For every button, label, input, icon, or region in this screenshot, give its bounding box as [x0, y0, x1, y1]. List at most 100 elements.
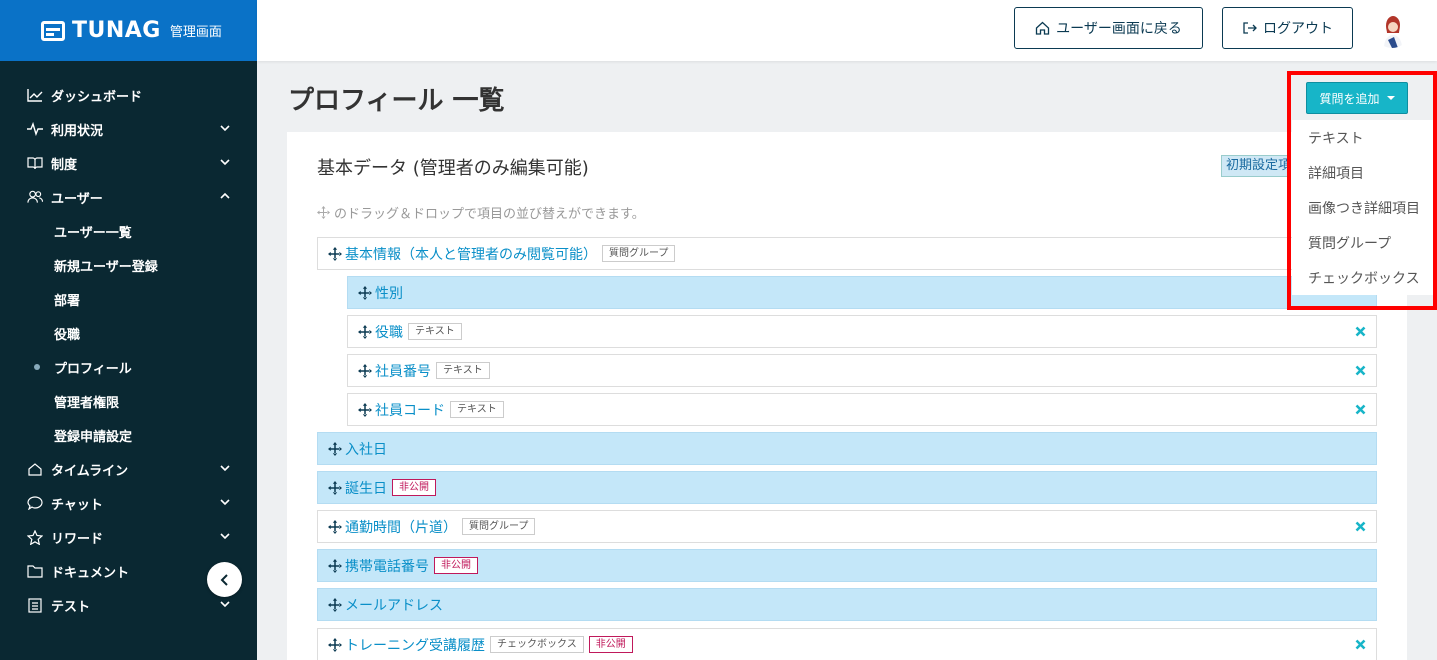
brand-name: TUNAG [72, 18, 161, 43]
profile-item-row[interactable]: メールアドレス [317, 588, 1377, 621]
sidebar-item-chat[interactable]: チャット [0, 486, 257, 520]
logout-button[interactable]: ログアウト [1222, 7, 1353, 49]
chevron-down-icon [220, 533, 230, 540]
type-tag: チェックボックス [490, 636, 584, 653]
page-title: プロフィール 一覧 [288, 86, 505, 116]
profile-item-link[interactable]: 入社日 [345, 439, 387, 459]
star-icon [27, 529, 43, 545]
sidebar-item-label: 役職 [54, 327, 81, 343]
highlight-frame [1287, 71, 1437, 310]
delete-icon[interactable] [1355, 521, 1366, 532]
delete-icon[interactable] [1355, 326, 1366, 337]
profile-item-row[interactable]: 基本情報（本人と管理者のみ閲覧可能） 質問グループ [317, 237, 1377, 270]
sidebar-nav: ダッシュボード 利用状況 制度 ユーザー ユーザー一覧 新規ユーザー登録 部署 … [0, 61, 257, 622]
sidebar-item-label: ユーザー [51, 191, 103, 207]
top-header: ユーザー画面に戻る ログアウト [257, 0, 1437, 61]
sidebar: TUNAG 管理画面 ダッシュボード 利用状況 制度 ユーザー ユーザー一覧 新… [0, 0, 257, 660]
sidebar-item-label: テスト [51, 599, 91, 615]
profile-item-row[interactable]: 社員番号 テキスト [347, 354, 1377, 387]
section-title: 基本データ (管理者のみ編集可能) [317, 158, 589, 179]
profile-item-row[interactable]: 通勤時間（片道） 質問グループ [317, 510, 1377, 543]
sidebar-collapse-button[interactable] [207, 562, 242, 597]
drag-handle-icon[interactable] [328, 558, 342, 573]
sidebar-item-system[interactable]: 制度 [0, 146, 257, 180]
users-icon [27, 189, 43, 205]
delete-icon[interactable] [1355, 404, 1366, 415]
type-tag: テキスト [450, 401, 504, 418]
profile-item-link[interactable]: 通勤時間（片道） [345, 517, 457, 537]
sidebar-item-timeline[interactable]: タイムライン [0, 452, 257, 486]
chevron-down-icon [220, 125, 230, 132]
sidebar-item-label: チャット [51, 497, 103, 513]
brand[interactable]: TUNAG 管理画面 [0, 0, 257, 61]
drag-handle-icon[interactable] [328, 637, 342, 652]
sidebar-item-usage[interactable]: 利用状況 [0, 112, 257, 146]
profile-item-link[interactable]: 役職 [375, 322, 403, 342]
chevron-down-icon [220, 601, 230, 608]
drag-handle-icon[interactable] [358, 402, 372, 417]
chevron-down-icon [220, 159, 230, 166]
sidebar-item-dashboard[interactable]: ダッシュボード [0, 78, 257, 112]
profile-item-link[interactable]: 性別 [375, 283, 403, 303]
sidebar-item-admin-permission[interactable]: 管理者権限 [0, 384, 257, 418]
drag-handle-icon[interactable] [328, 480, 342, 495]
profile-item-row[interactable]: 携帯電話番号 非公開 [317, 549, 1377, 582]
drag-handle-icon[interactable] [358, 363, 372, 378]
drag-handle-icon [317, 206, 330, 219]
drag-handle-icon[interactable] [328, 597, 342, 612]
profile-item-link[interactable]: 社員コード [375, 400, 445, 420]
brand-subtitle: 管理画面 [169, 25, 222, 40]
sidebar-item-users[interactable]: ユーザー [0, 180, 257, 214]
initial-settings-badge: 初期設定項目 [1221, 155, 1291, 177]
private-tag: 非公開 [392, 479, 436, 496]
logout-icon [1242, 21, 1257, 35]
tunag-logo-icon [41, 20, 65, 41]
drag-handle-icon[interactable] [358, 285, 372, 300]
type-tag: テキスト [436, 362, 490, 379]
drag-handle-icon[interactable] [328, 519, 342, 534]
delete-icon[interactable] [1355, 639, 1366, 650]
profile-item-link[interactable]: 携帯電話番号 [345, 556, 429, 576]
sidebar-item-label: 新規ユーザー登録 [54, 259, 158, 275]
profile-item-row[interactable]: 役職 テキスト [347, 315, 1377, 348]
delete-icon[interactable] [1355, 365, 1366, 376]
sidebar-item-label: 登録申請設定 [54, 429, 133, 445]
drag-handle-icon[interactable] [358, 324, 372, 339]
profile-item-link[interactable]: メールアドレス [345, 595, 443, 615]
sidebar-item-new-user[interactable]: 新規ユーザー登録 [0, 248, 257, 282]
chevron-up-icon [220, 192, 230, 199]
back-to-user-screen-button[interactable]: ユーザー画面に戻る [1014, 7, 1203, 49]
drag-handle-icon[interactable] [328, 441, 342, 456]
sidebar-item-position[interactable]: 役職 [0, 316, 257, 350]
sidebar-item-department[interactable]: 部署 [0, 282, 257, 316]
profile-item-link[interactable]: トレーニング受講履歴 [345, 635, 485, 655]
drag-handle-icon[interactable] [328, 246, 342, 261]
pulse-icon [27, 121, 43, 137]
profile-item-row[interactable]: トレーニング受講履歴 チェックボックス 非公開 [317, 628, 1377, 660]
sidebar-item-profile[interactable]: プロフィール [0, 350, 257, 384]
profile-item-row[interactable]: 社員コード テキスト [347, 393, 1377, 426]
profile-item-row[interactable]: 性別 [347, 276, 1377, 309]
type-tag: テキスト [408, 323, 462, 340]
type-tag: 質問グループ [462, 518, 536, 535]
profile-item-row[interactable]: 入社日 [317, 432, 1377, 465]
sidebar-item-label: ドキュメント [51, 565, 130, 581]
sidebar-item-label: タイムライン [51, 463, 129, 479]
chevron-down-icon [220, 465, 230, 472]
sidebar-item-label: 部署 [54, 293, 81, 309]
profile-item-row[interactable]: 誕生日 非公開 [317, 471, 1377, 504]
chart-icon [27, 87, 43, 103]
sidebar-item-user-list[interactable]: ユーザー一覧 [0, 214, 257, 248]
chat-icon [27, 495, 43, 511]
sidebar-item-label: ダッシュボード [51, 89, 143, 105]
profile-item-link[interactable]: 社員番号 [375, 361, 431, 381]
back-button-label: ユーザー画面に戻る [1056, 21, 1182, 37]
profile-item-link[interactable]: 誕生日 [345, 478, 387, 498]
sidebar-item-label: ユーザー一覧 [54, 225, 132, 241]
sidebar-item-registration-settings[interactable]: 登録申請設定 [0, 418, 257, 452]
book-icon [27, 155, 43, 171]
avatar[interactable] [1374, 12, 1410, 48]
home-icon [27, 461, 43, 477]
profile-item-link[interactable]: 基本情報（本人と管理者のみ閲覧可能） [345, 244, 597, 264]
sidebar-item-reward[interactable]: リワード [0, 520, 257, 554]
